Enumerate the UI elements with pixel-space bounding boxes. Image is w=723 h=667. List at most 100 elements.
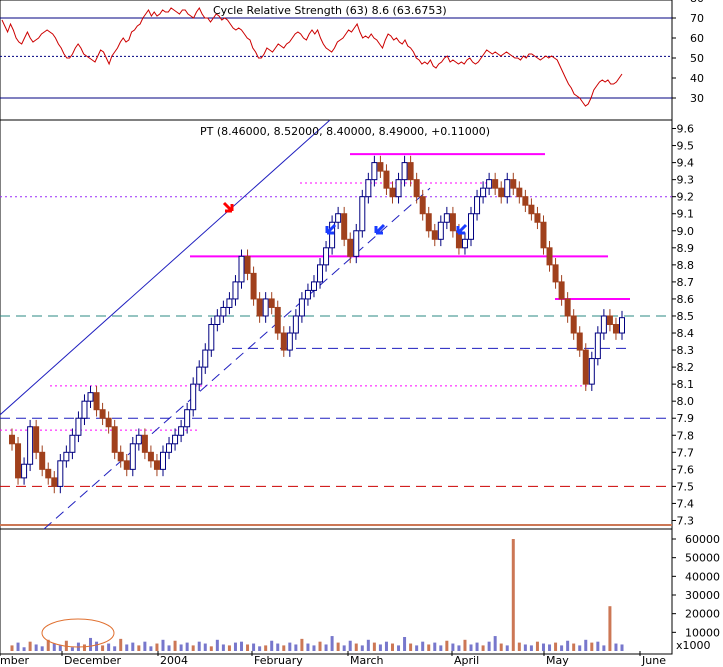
volume-bar: [95, 641, 99, 651]
candle-body: [105, 417, 112, 428]
volume-bar: [209, 646, 213, 651]
candle-body: [214, 315, 221, 325]
candle-body: [21, 463, 28, 479]
volume-bar: [300, 638, 304, 651]
rs-tick-label: 60: [690, 32, 704, 45]
price-tick-label: 8.2: [677, 361, 695, 374]
candle-body: [371, 162, 378, 181]
volume-bar: [463, 639, 467, 651]
volume-bar: [82, 644, 86, 651]
volume-bar: [511, 539, 515, 651]
volume-bar: [40, 646, 44, 651]
candle-body: [304, 289, 311, 300]
volume-bar: [191, 645, 195, 651]
volume-bar: [22, 647, 26, 651]
volume-bar: [246, 644, 250, 651]
volume-bar: [52, 643, 56, 651]
candle-body: [600, 315, 607, 334]
candle-body: [129, 443, 136, 470]
price-tick-label: 8.0: [677, 395, 695, 408]
candle-body: [564, 298, 571, 317]
candle-body: [449, 213, 456, 232]
candle-body: [141, 434, 148, 453]
candle-body: [159, 451, 166, 470]
volume-bar: [330, 636, 334, 651]
candle-body: [33, 426, 40, 453]
volume-bar: [131, 642, 135, 651]
volume-bar: [457, 645, 461, 651]
candle-body: [498, 187, 505, 198]
volume-tick-label: 40000: [685, 570, 720, 583]
rs-tick-label: 30: [690, 92, 704, 105]
candle-body: [45, 468, 52, 479]
candle-body: [292, 315, 299, 334]
candle-body: [461, 238, 468, 249]
volume-tick-label: 50000: [685, 552, 720, 565]
candle-body: [504, 179, 511, 198]
price-tick-label: 9.4: [677, 157, 695, 170]
x-tick-label: 2004: [160, 654, 188, 667]
candle-body: [220, 306, 227, 317]
candle-body: [323, 247, 330, 266]
volume-bar: [282, 645, 286, 651]
volume-bar: [270, 640, 274, 651]
volume-bar: [185, 642, 189, 651]
candle-body: [15, 443, 22, 479]
candle-body: [443, 213, 450, 223]
candle-body: [510, 179, 517, 189]
price-tick-label: 7.9: [677, 412, 695, 425]
volume-tick-label: 10000: [685, 626, 720, 639]
volume-bar: [596, 641, 600, 651]
volume-bar: [258, 646, 262, 651]
price-tick-label: 9.2: [677, 191, 695, 204]
candle-body: [226, 298, 233, 308]
candle-body: [268, 298, 275, 308]
volume-bar: [203, 643, 207, 651]
candle-body: [407, 162, 414, 181]
candle-body: [492, 179, 499, 189]
volume-bar: [578, 645, 582, 651]
candle-body: [184, 409, 191, 428]
candle-body: [353, 230, 360, 257]
volume-bar: [336, 642, 340, 651]
candle-body: [383, 170, 390, 189]
candle-body: [87, 392, 94, 402]
volume-multiplier: x1000: [676, 639, 711, 652]
volume-bar: [487, 641, 491, 651]
volume-bar: [240, 641, 244, 651]
price-tick-label: 8.8: [677, 259, 695, 272]
x-tick-label: December: [64, 654, 122, 667]
volume-bar: [602, 645, 606, 651]
price-tick-label: 8.6: [677, 293, 695, 306]
volume-bar: [10, 645, 14, 651]
candle-body: [468, 213, 475, 240]
candle-body: [582, 349, 589, 385]
candle-body: [298, 298, 305, 317]
price-tick-label: 8.3: [677, 344, 695, 357]
volume-bar: [493, 636, 497, 651]
candle-body: [69, 434, 76, 453]
volume-bar: [233, 642, 237, 651]
volume-bar: [584, 639, 588, 651]
candle-body: [395, 179, 402, 198]
volume-bar: [535, 641, 539, 651]
volume-bar: [143, 641, 147, 651]
volume-bar: [433, 642, 437, 651]
candle-body: [480, 187, 487, 198]
price-tick-label: 8.9: [677, 242, 695, 255]
candle-body: [111, 426, 118, 453]
candle-body: [528, 204, 535, 215]
volume-bar: [505, 645, 509, 651]
volume-bar: [439, 645, 443, 651]
volume-panel: [0, 528, 673, 655]
volume-bar: [119, 638, 123, 651]
volume-bar: [390, 643, 394, 651]
candle-body: [377, 162, 384, 172]
volume-bar: [221, 644, 225, 651]
price-tick-label: 9.3: [677, 174, 695, 187]
volume-bar: [481, 645, 485, 651]
x-tick-label: March: [350, 654, 384, 667]
candle-body: [419, 196, 426, 215]
candle-body: [280, 332, 287, 351]
volume-bar: [58, 645, 62, 651]
